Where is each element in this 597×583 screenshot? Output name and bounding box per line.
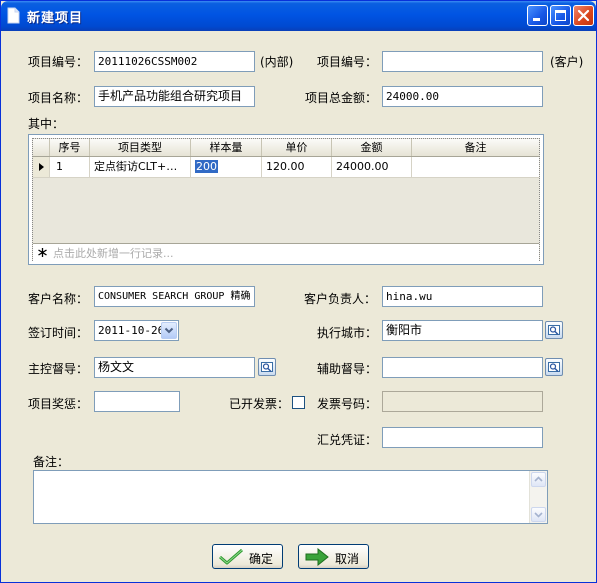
cell-type[interactable]: 定点街访CLT+…	[90, 157, 191, 177]
grid-header-no[interactable]: 序号	[50, 139, 90, 156]
checkmark-icon	[219, 548, 243, 565]
grid-header-indicator	[33, 139, 50, 156]
lookup-icon	[548, 325, 560, 335]
lookup-icon	[548, 362, 560, 372]
ok-button[interactable]: 确定	[212, 544, 283, 569]
project-no-label: 项目编号：	[28, 55, 89, 69]
chevron-up-icon	[534, 476, 543, 482]
invoiced-label: 已开发票：	[229, 397, 290, 411]
customer-contact-field[interactable]: hina.wu	[382, 286, 543, 307]
new-row-asterisk-icon	[38, 248, 47, 257]
chevron-down-icon	[534, 512, 543, 518]
cell-no[interactable]: 1	[50, 157, 90, 177]
sign-date-label: 签订时间：	[28, 326, 89, 340]
total-amount-label: 项目总金额：	[305, 91, 378, 105]
row-indicator[interactable]	[33, 157, 50, 177]
customer-contact-label: 客户负责人：	[304, 292, 377, 306]
exec-city-field[interactable]: 衡阳市	[382, 320, 543, 341]
voucher-field[interactable]	[382, 427, 543, 448]
cell-sample-value: 200	[195, 160, 218, 173]
items-grid-body: 序号 项目类型 样本量 单价 金额 备注 1 定点街访CLT+… 200 120…	[32, 138, 540, 261]
client-project-no-label: 项目编号：	[317, 55, 378, 69]
main-supervisor-label: 主控督导：	[28, 362, 89, 376]
maximize-button[interactable]	[550, 5, 571, 26]
exec-city-label: 执行城市：	[317, 326, 378, 340]
grid-header-price[interactable]: 单价	[262, 139, 332, 156]
assist-supervisor-field[interactable]	[382, 357, 543, 378]
assist-supervisor-label: 辅助督导：	[317, 362, 378, 376]
close-icon	[577, 9, 590, 22]
grid-header-sample[interactable]: 样本量	[191, 139, 262, 156]
invoice-no-field[interactable]	[382, 391, 543, 412]
row-pointer-icon	[39, 163, 44, 171]
document-icon	[7, 7, 20, 24]
cancel-button-label: 取消	[335, 552, 360, 566]
new-row-placeholder: 点击此处新增一行记录...	[53, 247, 174, 260]
project-name-label: 项目名称：	[28, 91, 89, 105]
bonus-label: 项目奖惩：	[28, 397, 89, 411]
project-no-client-field[interactable]	[382, 51, 543, 72]
ok-button-label: 确定	[249, 552, 274, 566]
grid-header-type[interactable]: 项目类型	[90, 139, 191, 156]
cell-sample[interactable]: 200	[191, 157, 262, 177]
grid-header: 序号 项目类型 样本量 单价 金额 备注	[33, 139, 539, 157]
scroll-up-button[interactable]	[531, 472, 546, 487]
voucher-label: 汇兑凭证：	[317, 433, 378, 447]
arrow-right-icon	[305, 548, 329, 566]
grid-header-note[interactable]: 备注	[412, 139, 539, 156]
date-dropdown-button[interactable]	[161, 322, 177, 339]
maximize-icon	[555, 10, 566, 21]
bonus-field[interactable]	[94, 391, 180, 412]
customer-name-field[interactable]: CONSUMER SEARCH GROUP 精确	[94, 286, 255, 307]
items-grid: 序号 项目类型 样本量 单价 金额 备注 1 定点街访CLT+… 200 120…	[28, 134, 544, 265]
total-amount-field[interactable]: 24000.00	[382, 86, 543, 107]
remarks-label: 备注：	[33, 455, 70, 469]
customer-name-label: 客户名称：	[28, 292, 89, 306]
title-bar[interactable]: 新建项目	[1, 1, 596, 31]
cell-amount[interactable]: 24000.00	[332, 157, 412, 177]
cell-price[interactable]: 120.00	[262, 157, 332, 177]
client-suffix-label: (客户)	[550, 55, 584, 69]
new-row[interactable]: 点击此处新增一行记录...	[33, 243, 539, 261]
minimize-icon	[533, 18, 540, 21]
exec-city-lookup-button[interactable]	[545, 321, 563, 339]
minimize-button[interactable]	[527, 5, 548, 26]
invoiced-checkbox[interactable]	[292, 396, 305, 409]
sign-date-picker[interactable]: 2011-10-26	[94, 320, 179, 341]
cancel-button[interactable]: 取消	[298, 544, 369, 569]
close-button[interactable]	[573, 5, 594, 26]
grid-header-amount[interactable]: 金额	[332, 139, 412, 156]
scroll-down-button[interactable]	[531, 507, 546, 522]
assist-supervisor-lookup-button[interactable]	[545, 358, 563, 376]
internal-suffix-label: (内部)	[260, 55, 294, 69]
lookup-icon	[261, 362, 273, 372]
remarks-scrollbar[interactable]	[529, 471, 547, 523]
table-row[interactable]: 1 定点街访CLT+… 200 120.00 24000.00	[33, 157, 539, 178]
remarks-textarea[interactable]	[33, 470, 548, 524]
cell-note[interactable]	[412, 157, 539, 177]
main-supervisor-lookup-button[interactable]	[258, 358, 276, 376]
sign-date-value: 2011-10-26	[98, 324, 165, 337]
invoice-no-label: 发票号码：	[317, 397, 378, 411]
project-name-field[interactable]: 手机产品功能组合研究项目	[94, 86, 255, 107]
of-which-label: 其中：	[28, 117, 65, 131]
new-project-dialog: 新建项目 项目编号： 20111026CSSM002 (内部) 项目编号： (客…	[0, 0, 597, 583]
main-supervisor-field[interactable]: 杨文文	[94, 357, 255, 378]
window-title: 新建项目	[27, 11, 84, 26]
chevron-down-icon	[164, 327, 174, 334]
project-no-internal-field[interactable]: 20111026CSSM002	[94, 51, 255, 72]
